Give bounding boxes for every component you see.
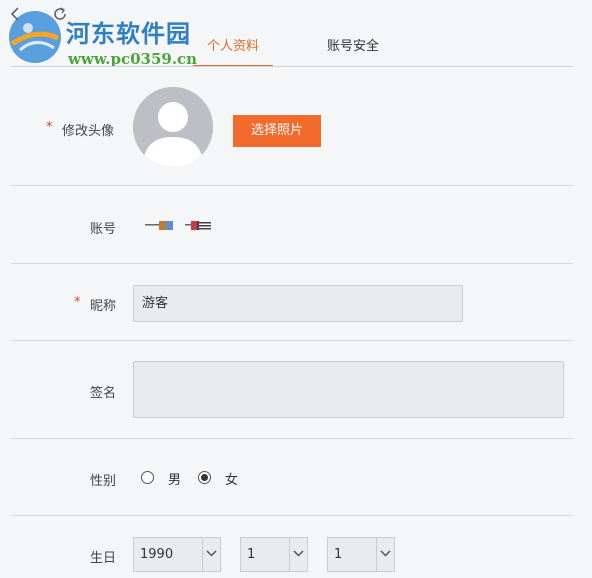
chevron-down-icon <box>202 538 220 571</box>
chevron-down-icon <box>289 538 307 571</box>
account-label: 账号 <box>90 222 117 237</box>
refresh-icon[interactable] <box>52 6 68 22</box>
avatar-required-mark: * <box>46 120 53 135</box>
birthday-label: 生日 <box>90 551 117 566</box>
avatar-label: 修改头像 <box>62 124 115 139</box>
row-divider <box>11 515 573 516</box>
row-divider <box>11 263 573 264</box>
default-user-icon <box>133 87 213 167</box>
row-divider <box>11 438 573 439</box>
gender-male-radio[interactable] <box>141 471 154 484</box>
gender-male-label: 男 <box>168 473 182 488</box>
signature-label: 签名 <box>90 386 117 401</box>
gender-female-radio[interactable] <box>198 471 211 484</box>
nickname-label: 昵称 <box>90 299 117 314</box>
row-divider <box>11 340 573 341</box>
birth-month-value: 1 <box>247 547 256 562</box>
nickname-required-mark: * <box>74 295 81 310</box>
birth-day-value: 1 <box>334 547 343 562</box>
tab-underline-divider <box>11 66 573 67</box>
birth-year-value: 1990 <box>140 547 174 562</box>
account-value-masked <box>145 221 211 230</box>
avatar[interactable] <box>133 87 213 167</box>
nickname-input[interactable]: 游客 <box>133 285 463 322</box>
gender-label: 性别 <box>90 474 117 489</box>
birth-month-select[interactable]: 1 <box>240 537 308 572</box>
chevron-down-icon <box>376 538 394 571</box>
back-icon[interactable] <box>8 6 24 22</box>
watermark: 河东软件园 www.pc0359.cn <box>4 6 204 68</box>
row-divider <box>11 185 573 186</box>
gender-female-label: 女 <box>225 473 239 488</box>
birth-year-select[interactable]: 1990 <box>133 537 221 572</box>
choose-photo-button[interactable]: 选择照片 <box>233 115 321 147</box>
birth-day-select[interactable]: 1 <box>327 537 395 572</box>
tab-profile[interactable]: 个人资料 <box>193 33 273 67</box>
watermark-title: 河东软件园 <box>66 19 191 48</box>
tab-account-security[interactable]: 账号安全 <box>318 33 388 67</box>
signature-textarea[interactable] <box>133 361 564 418</box>
